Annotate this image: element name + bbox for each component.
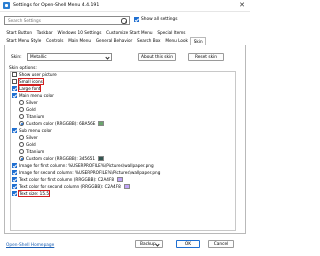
option-silver[interactable]: Silver xyxy=(19,135,38,140)
option-checkbox[interactable] xyxy=(12,86,17,91)
option-label: Large font xyxy=(17,84,42,93)
option-checkbox[interactable] xyxy=(12,79,17,84)
skin-dropdown[interactable]: Metallic xyxy=(27,53,112,61)
tab-start-menu-style[interactable]: Start Menu Style xyxy=(4,37,44,45)
option-main-menu-color: Main menu color xyxy=(12,93,54,98)
chevron-down-icon xyxy=(105,54,110,60)
option-titanium[interactable]: Titanium xyxy=(19,149,44,154)
option-radio[interactable] xyxy=(19,100,24,105)
option-radio[interactable] xyxy=(19,121,24,126)
show-all-checkbox[interactable] xyxy=(134,17,139,22)
tab-row-2: Start Menu Style Controls Main Menu General… xyxy=(4,37,207,45)
option-small-icons[interactable]: Small icons xyxy=(12,77,45,86)
option-text-color-for-second-column-rrggbb-c2a4[interactable]: Text color for second column (RRGGBB): C… xyxy=(12,184,130,189)
tab-customize-start-menu[interactable]: Customize Start Menu xyxy=(104,29,155,37)
option-group-checkbox xyxy=(12,128,17,133)
option-label: Custom color (RRGGBB): 345651 xyxy=(26,156,96,161)
color-swatch[interactable] xyxy=(98,156,105,161)
tab-special-items[interactable]: Special Items xyxy=(155,29,188,37)
window-title: Settings for Open-Shell Menu 4.4.191 xyxy=(13,3,100,8)
option-label: Text size: 15.5 xyxy=(17,189,51,198)
option-radio[interactable] xyxy=(19,114,24,119)
about-skin-button[interactable]: About this skin xyxy=(138,53,176,61)
option-sub-menu-color: Sub menu color xyxy=(12,128,52,133)
option-label: Titanium xyxy=(26,114,45,119)
tab-menu-look[interactable]: Menu Look xyxy=(163,37,190,45)
option-custom-color-rrggbb-6ba56e[interactable]: Custom color (RRGGBB): 6BA56E xyxy=(19,121,105,126)
option-radio[interactable] xyxy=(19,142,24,147)
option-show-user-picture[interactable]: Show user picture xyxy=(12,72,57,77)
option-label: Small icons xyxy=(17,77,45,86)
option-radio[interactable] xyxy=(19,135,24,140)
option-label: Show user picture xyxy=(19,72,57,77)
option-text-color-for-first-column-rrggbb-c2a4f[interactable]: Text color for first column (RRGGBB): C2… xyxy=(12,177,124,182)
cancel-button[interactable]: Cancel xyxy=(208,240,234,248)
skin-dropdown-value: Metallic xyxy=(30,55,47,60)
option-label: Gold xyxy=(26,142,36,147)
skin-label: Skin: xyxy=(11,55,22,60)
option-group-checkbox xyxy=(12,93,17,98)
option-label: Image for second column: %USERPROFILE%\P… xyxy=(19,170,161,175)
option-text-size-15-5[interactable]: Text size: 15.5 xyxy=(12,189,51,198)
tab-taskbar[interactable]: Taskbar xyxy=(34,29,55,37)
chevron-down-icon xyxy=(155,241,160,247)
title-bar: Settings for Open-Shell Menu 4.4.191 ✕ xyxy=(0,0,250,12)
option-gold[interactable]: Gold xyxy=(19,107,36,112)
option-custom-color-rrggbb-345651[interactable]: Custom color (RRGGBB): 345651 xyxy=(19,156,105,161)
option-label: Titanium xyxy=(26,149,45,154)
option-label: Text color for second column (RRGGBB): C… xyxy=(19,184,121,189)
ok-button[interactable]: OK xyxy=(176,240,200,248)
tab-search-box[interactable]: Search Box xyxy=(135,37,163,45)
tab-windows-10-settings[interactable]: Windows 10 Settings xyxy=(55,29,104,37)
option-image-for-second-column-userprofile-pict[interactable]: Image for second column: %USERPROFILE%\P… xyxy=(12,170,160,175)
search-icon[interactable] xyxy=(120,17,128,24)
show-all-settings[interactable]: Show all settings xyxy=(134,17,177,22)
search-input[interactable] xyxy=(5,17,115,24)
option-checkbox[interactable] xyxy=(12,177,17,182)
homepage-link[interactable]: Open-Shell Homepage xyxy=(6,243,54,248)
close-button[interactable]: ✕ xyxy=(237,1,247,10)
option-checkbox[interactable] xyxy=(12,170,17,175)
option-label: Silver xyxy=(26,100,38,105)
option-radio[interactable] xyxy=(19,156,24,161)
option-image-for-first-column-userprofile-pictu[interactable]: Image for first column: %USERPROFILE%\Pi… xyxy=(12,163,154,168)
option-label: Gold xyxy=(26,107,36,112)
backup-button[interactable]: Backup xyxy=(135,240,163,248)
color-swatch[interactable] xyxy=(98,121,105,126)
option-silver[interactable]: Silver xyxy=(19,100,38,105)
option-label: Image for first column: %USERPROFILE%\Pi… xyxy=(19,163,154,168)
show-all-label: Show all settings xyxy=(141,17,178,22)
option-radio[interactable] xyxy=(19,107,24,112)
color-swatch[interactable] xyxy=(123,184,130,189)
option-radio[interactable] xyxy=(19,149,24,154)
tab-row-1: Start Button Taskbar Windows 10 Settings Cu… xyxy=(4,29,188,37)
option-titanium[interactable]: Titanium xyxy=(19,114,44,119)
option-checkbox[interactable] xyxy=(12,72,17,77)
option-large-font[interactable]: Large font xyxy=(12,84,42,93)
option-label: Main menu color xyxy=(19,93,54,98)
backup-button-label: Backup xyxy=(140,242,156,247)
option-label: Custom color (RRGGBB): 6BA56E xyxy=(26,121,96,126)
option-label: Silver xyxy=(26,135,38,140)
tab-main-menu[interactable]: Main Menu xyxy=(66,37,94,45)
option-checkbox[interactable] xyxy=(12,163,17,168)
option-label: Sub menu color xyxy=(19,128,52,133)
option-checkbox[interactable] xyxy=(12,191,17,196)
app-icon xyxy=(3,2,10,9)
option-gold[interactable]: Gold xyxy=(19,142,36,147)
tab-skin[interactable]: Skin xyxy=(190,37,207,45)
option-checkbox[interactable] xyxy=(12,184,17,189)
tab-start-button[interactable]: Start Button xyxy=(4,29,34,37)
tab-controls[interactable]: Controls xyxy=(44,37,66,45)
tab-general-behavior[interactable]: General Behavior xyxy=(93,37,134,45)
reset-skin-button[interactable]: Reset skin xyxy=(188,53,224,61)
color-swatch[interactable] xyxy=(117,177,124,182)
search-box[interactable] xyxy=(4,16,130,25)
option-label: Text color for first column (RRGGBB): C2… xyxy=(19,177,115,182)
